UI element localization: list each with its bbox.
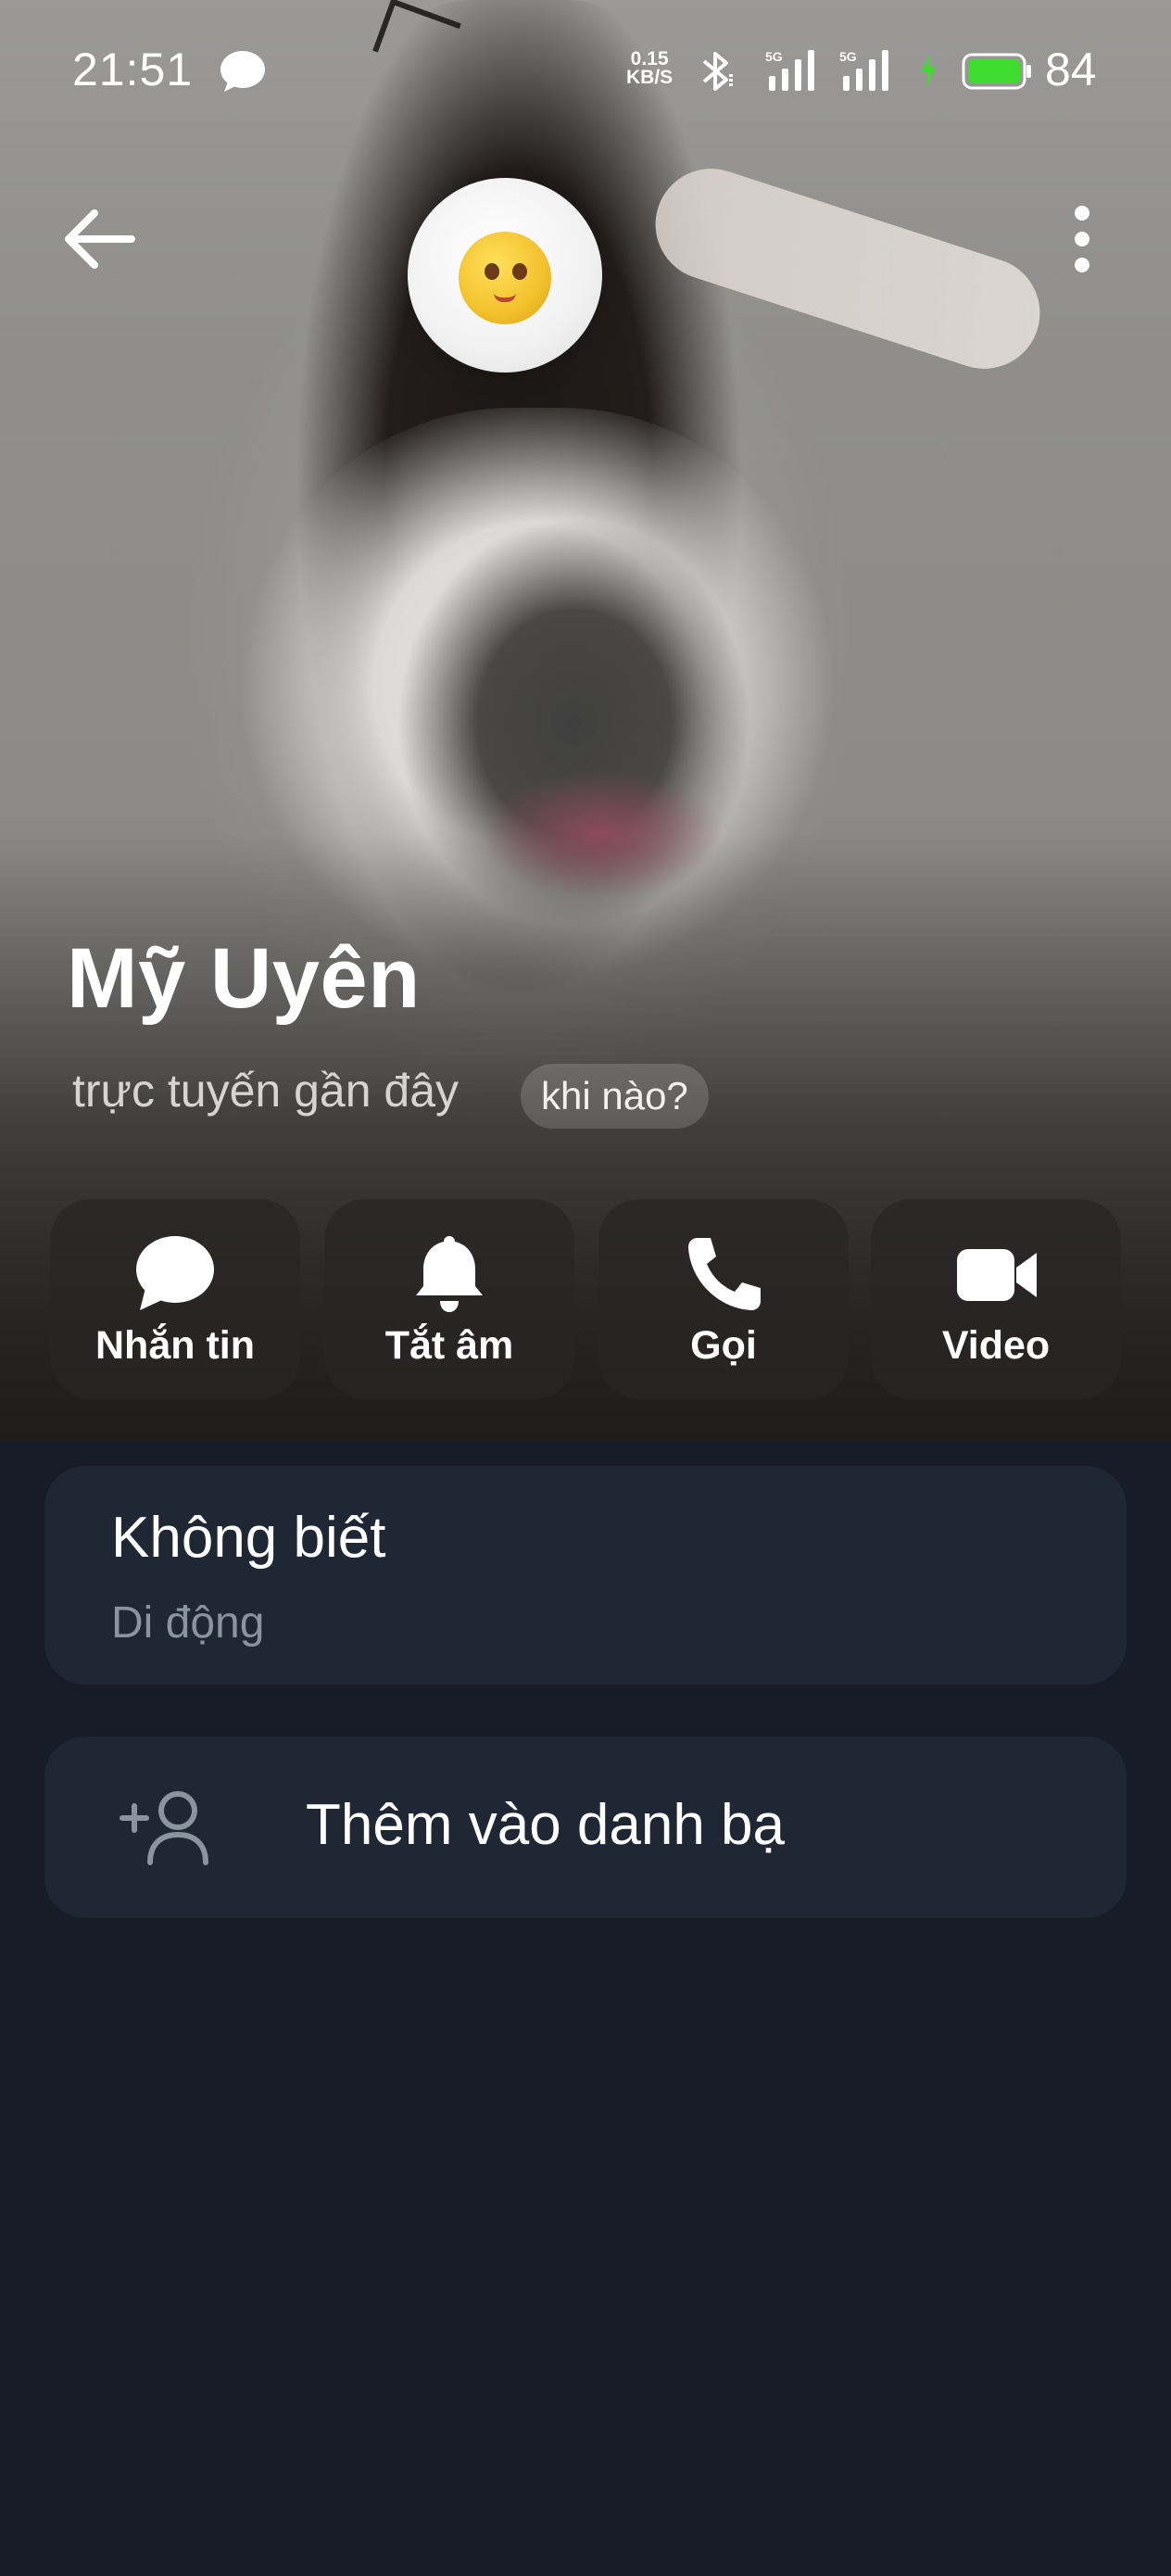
more-vertical-icon[interactable] (1064, 200, 1101, 278)
profile-screen: 21:51 0.15 KB/S 5G 5G 84 Mỹ Uyên trực tu… (0, 0, 1171, 2576)
call-button[interactable]: Gọi (598, 1199, 849, 1399)
message-button[interactable]: Nhắn tin (50, 1199, 300, 1399)
messenger-icon (220, 51, 265, 92)
status-bar: 21:51 0.15 KB/S 5G 5G 84 (0, 0, 1171, 139)
video-camera-icon (957, 1249, 1037, 1301)
last-seen-status: trực tuyến gần đây (72, 1065, 460, 1117)
mute-button[interactable]: Tắt âm (324, 1199, 574, 1399)
signal-icon: 5G (839, 49, 888, 91)
battery-level: 84 (1045, 44, 1097, 95)
phone-icon (688, 1238, 761, 1310)
video-button[interactable]: Video (871, 1199, 1121, 1399)
message-label: Nhắn tin (95, 1323, 255, 1368)
when-chip[interactable]: khi nào? (521, 1064, 709, 1129)
bluetooth-icon (702, 52, 733, 91)
network-rate: 0.15 KB/S (626, 48, 674, 88)
add-person-icon (120, 1791, 208, 1865)
chat-bubble-icon (136, 1236, 214, 1310)
call-label: Gọi (690, 1323, 757, 1368)
video-label: Video (941, 1323, 1051, 1368)
charging-icon (921, 54, 936, 87)
phone-number: Không biết (111, 1506, 386, 1570)
network-type-label: 5G (765, 49, 783, 64)
bell-icon (416, 1236, 483, 1312)
arrow-left-icon[interactable] (61, 200, 139, 278)
signal-icon: 5G (765, 49, 814, 91)
network-type-label: 5G (839, 49, 857, 64)
add-to-contacts-label: Thêm vào danh bạ (306, 1793, 786, 1857)
battery-icon (962, 53, 1031, 90)
photo-emoji-sticker (459, 232, 551, 324)
mute-label: Tắt âm (384, 1323, 514, 1368)
phone-card[interactable]: Không biết Di động (44, 1466, 1127, 1685)
add-to-contacts-button[interactable]: Thêm vào danh bạ (44, 1736, 1127, 1918)
action-buttons: Nhắn tin Tắt âm Gọi Video (50, 1199, 1121, 1399)
profile-name: Mỹ Uyên (67, 931, 421, 1026)
phone-type-label: Di động (111, 1598, 265, 1648)
status-time: 21:51 (72, 44, 194, 95)
